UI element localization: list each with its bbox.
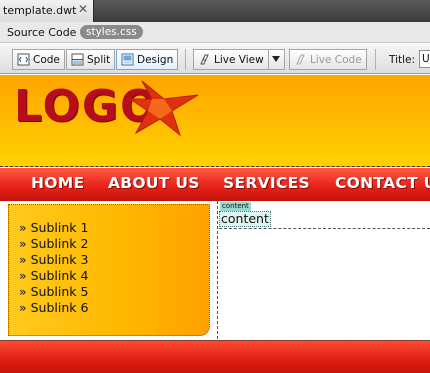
live-code-icon bbox=[294, 53, 307, 66]
live-view-label: Live View bbox=[214, 53, 264, 66]
content-region[interactable]: content content bbox=[219, 201, 430, 229]
document-tab-template[interactable]: template.dwt ✕ bbox=[0, 0, 94, 22]
design-view-icon bbox=[121, 53, 134, 66]
design-view-button[interactable]: Design bbox=[116, 49, 179, 70]
document-toolbar: Code Split Design Live View Live Code Ti… bbox=[0, 44, 430, 74]
close-icon[interactable]: ✕ bbox=[78, 2, 88, 16]
sublink-4[interactable]: » Sublink 4 bbox=[19, 268, 88, 283]
toolbar-separator bbox=[375, 49, 376, 70]
live-view-icon bbox=[198, 53, 211, 66]
code-view-button[interactable]: Code bbox=[12, 49, 65, 70]
nav-home[interactable]: HOME bbox=[31, 174, 84, 192]
sidebar-box: » Sublink 1 » Sublink 2 » Sublink 3 » Su… bbox=[8, 204, 210, 336]
dropdown-arrow-icon bbox=[271, 54, 281, 66]
nav-bar: HOME ABOUT US SERVICES CONTACT US bbox=[0, 168, 430, 201]
live-code-label: Live Code bbox=[310, 53, 362, 66]
sublink-6[interactable]: » Sublink 6 bbox=[19, 300, 88, 315]
code-view-icon bbox=[17, 53, 30, 66]
logo-star-icon bbox=[128, 80, 199, 137]
sublink-5[interactable]: » Sublink 5 bbox=[19, 284, 88, 299]
live-view-dropdown[interactable] bbox=[268, 49, 285, 70]
split-view-button[interactable]: Split bbox=[66, 49, 116, 70]
code-view-label: Code bbox=[33, 53, 60, 66]
document-tab-bar: template.dwt ✕ bbox=[0, 0, 430, 22]
related-file-styles-css[interactable]: styles.css bbox=[80, 25, 143, 39]
live-code-button[interactable]: Live Code bbox=[289, 49, 367, 70]
toolbar-separator bbox=[185, 49, 186, 70]
sublink-2[interactable]: » Sublink 2 bbox=[19, 236, 88, 251]
related-files-bar: Source Code styles.css bbox=[0, 22, 430, 43]
page-header: LOGO bbox=[0, 75, 430, 167]
design-canvas[interactable]: LOGO HOME ABOUT US SERVICES CONTACT US »… bbox=[0, 75, 430, 373]
content-text[interactable]: content bbox=[219, 211, 271, 227]
editable-region-tag[interactable]: content bbox=[220, 202, 251, 211]
sublink-1[interactable]: » Sublink 1 bbox=[19, 220, 88, 235]
document-tab-label: template.dwt bbox=[3, 4, 77, 17]
split-view-icon bbox=[71, 53, 84, 66]
title-input[interactable] bbox=[419, 50, 430, 68]
live-view-button[interactable]: Live View bbox=[193, 49, 269, 70]
sidebar-region: » Sublink 1 » Sublink 2 » Sublink 3 » Su… bbox=[0, 201, 218, 339]
nav-services[interactable]: SERVICES bbox=[223, 174, 310, 192]
title-label: Title: bbox=[389, 54, 416, 66]
page-footer bbox=[0, 340, 430, 373]
nav-about-us[interactable]: ABOUT US bbox=[108, 174, 200, 192]
sublink-3[interactable]: » Sublink 3 bbox=[19, 252, 88, 267]
design-view-label: Design bbox=[137, 53, 174, 66]
split-view-label: Split bbox=[87, 53, 111, 66]
nav-contact-us[interactable]: CONTACT US bbox=[335, 174, 430, 192]
related-file-source-code[interactable]: Source Code bbox=[7, 26, 76, 39]
